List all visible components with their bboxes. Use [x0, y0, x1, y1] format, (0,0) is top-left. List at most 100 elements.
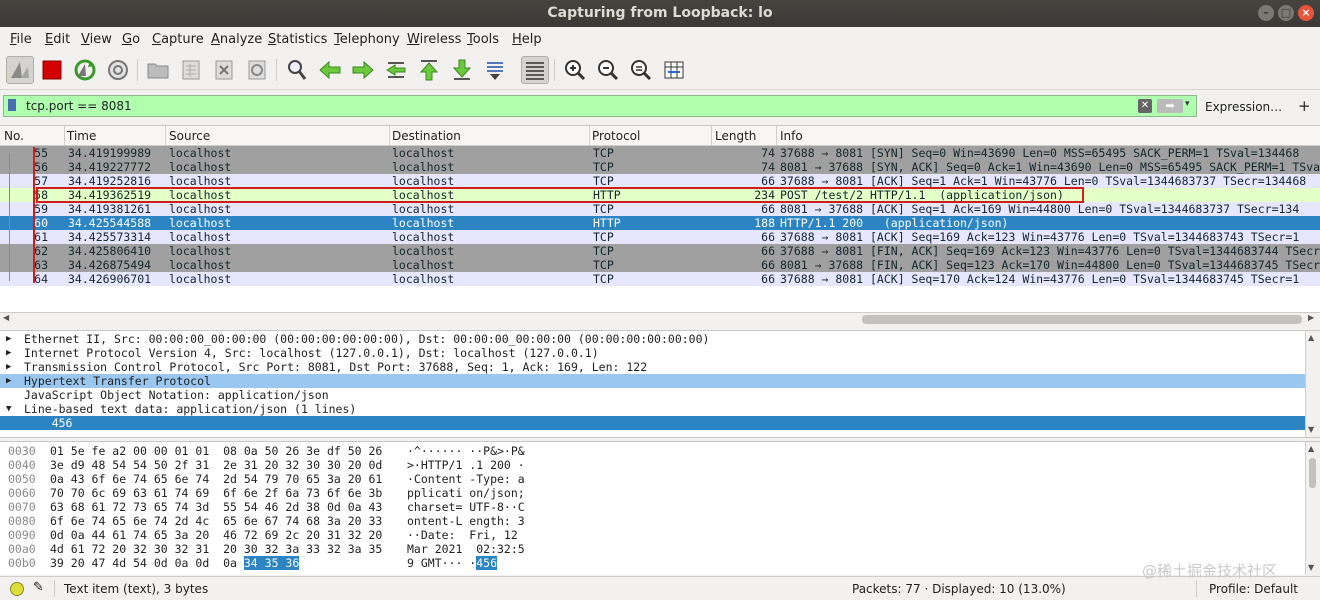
collapsed-arrow-icon[interactable]: ▶ — [6, 346, 11, 360]
menu-go[interactable]: Go — [122, 32, 140, 47]
zoom-in-button[interactable] — [561, 56, 589, 84]
packet-row[interactable]: 61 34.425573314 localhost localhost TCP 66 376… — [0, 230, 1320, 244]
hex-ascii[interactable]: ··Date: Fri, 12 — [407, 528, 525, 542]
packet-row[interactable]: 62 34.425806410 localhost localhost TCP 66 376… — [0, 244, 1320, 258]
scroll-down-icon[interactable]: ▼ — [1308, 425, 1314, 434]
collapsed-arrow-icon[interactable]: ▶ — [6, 332, 11, 346]
detail-tree-item[interactable]: JavaScript Object Notation: application/… — [0, 388, 1306, 402]
scroll-up-icon[interactable]: ▲ — [1308, 444, 1314, 453]
minimize-button[interactable]: – — [1258, 5, 1274, 21]
hex-bytes[interactable]: 39 20 47 4d 54 0d 0a 0d 0a 34 35 36 — [50, 556, 300, 570]
scroll-up-icon[interactable]: ▲ — [1308, 333, 1314, 342]
hex-ascii[interactable]: ·Content -Type: a — [407, 472, 525, 486]
colorize-button[interactable] — [521, 56, 549, 84]
start-capture-button[interactable] — [6, 56, 34, 84]
save-file-button[interactable] — [177, 56, 205, 84]
find-packet-button[interactable] — [283, 56, 311, 84]
hex-ascii[interactable]: Mar 2021 02:32:5 — [407, 542, 525, 556]
hex-bytes[interactable]: 70 70 6c 69 63 61 74 69 6f 6e 2f 6a 73 6… — [50, 486, 382, 500]
collapsed-arrow-icon[interactable]: ▶ — [6, 360, 11, 374]
detail-tree-item[interactable]: ▶ Hypertext Transfer Protocol — [0, 374, 1306, 388]
restart-capture-button[interactable] — [71, 56, 99, 84]
detail-tree-item[interactable]: ▶ Transmission Control Protocol, Src Port… — [0, 360, 1306, 374]
hex-row[interactable]: 0090 0d 0a 44 61 74 65 3a 20 46 72 69 2c … — [0, 528, 1306, 542]
menu-telephony[interactable]: Telephony — [334, 32, 400, 47]
menu-view[interactable]: View — [81, 32, 112, 47]
packet-row[interactable]: 56 34.419227772 localhost localhost TCP 74 808… — [0, 160, 1320, 174]
packet-list-horizontal-scrollbar[interactable]: ◀ ▶ — [0, 312, 1320, 327]
bookmark-icon[interactable] — [8, 99, 16, 111]
hex-row[interactable]: 0060 70 70 6c 69 63 61 74 69 6f 6e 2f 6a … — [0, 486, 1306, 500]
display-filter-input[interactable]: tcp.port == 8081 ✕ ➡ ▾ — [3, 95, 1197, 117]
maximize-button[interactable]: □ — [1278, 5, 1294, 21]
capture-options-button[interactable] — [104, 56, 132, 84]
reload-file-button[interactable] — [243, 56, 271, 84]
hex-ascii[interactable]: ontent-L ength: 3 — [407, 514, 525, 528]
zoom-out-button[interactable] — [594, 56, 622, 84]
hex-row[interactable]: 0080 6f 6e 74 65 6e 74 2d 4c 65 6e 67 74 … — [0, 514, 1306, 528]
detail-tree-item[interactable]: ▶ Ethernet II, Src: 00:00:00_00:00:00 (00… — [0, 332, 1306, 346]
details-vertical-scrollbar[interactable]: ▲ ▼ — [1305, 331, 1320, 437]
add-filter-button[interactable]: + — [1298, 97, 1311, 115]
hex-ascii[interactable]: 9 GMT··· ·456 — [407, 556, 498, 570]
hex-row[interactable]: 0030 01 5e fe a2 00 00 01 01 08 0a 50 26 … — [0, 444, 1306, 458]
hex-bytes[interactable]: 0a 43 6f 6e 74 65 6e 74 2d 54 79 70 65 3… — [50, 472, 382, 486]
hex-bytes[interactable]: 0d 0a 44 61 74 65 3a 20 46 72 69 2c 20 3… — [50, 528, 382, 542]
hex-row[interactable]: 0040 3e d9 48 54 54 50 2f 31 2e 31 20 32 … — [0, 458, 1306, 472]
packet-row[interactable]: 60 34.425544588 localhost localhost HTTP 188 H… — [0, 216, 1320, 230]
scroll-right-icon[interactable]: ▶ — [1308, 313, 1314, 322]
apply-filter-icon[interactable]: ➡ — [1157, 99, 1183, 113]
menu-statistics[interactable]: Statistics — [268, 32, 327, 47]
hex-row[interactable]: 0070 63 68 61 72 73 65 74 3d 55 54 46 2d … — [0, 500, 1306, 514]
hex-ascii[interactable]: charset= UTF-8··C — [407, 500, 525, 514]
filter-history-dropdown-icon[interactable]: ▾ — [1185, 99, 1190, 109]
menu-edit[interactable]: Edit — [45, 32, 70, 47]
scroll-left-icon[interactable]: ◀ — [3, 313, 9, 322]
detail-tree-item[interactable]: ▼ Line-based text data: application/json … — [0, 402, 1306, 416]
menu-tools[interactable]: Tools — [467, 32, 499, 47]
hex-bytes[interactable]: 63 68 61 72 73 65 74 3d 55 54 46 2d 38 0… — [50, 500, 382, 514]
hex-bytes[interactable]: 4d 61 72 20 32 30 32 31 20 30 32 3a 33 3… — [50, 542, 382, 556]
expanded-arrow-icon[interactable]: ▼ — [6, 402, 11, 416]
hex-bytes[interactable]: 6f 6e 74 65 6e 74 2d 4c 65 6e 67 74 68 3… — [50, 514, 382, 528]
hex-ascii[interactable]: pplicati on/json; — [407, 486, 525, 500]
stop-capture-button[interactable] — [38, 56, 66, 84]
expert-info-icon[interactable] — [10, 582, 24, 596]
expression-button[interactable]: Expression… — [1205, 100, 1282, 114]
menu-file[interactable]: File — [10, 32, 32, 47]
menu-analyze[interactable]: Analyze — [211, 32, 262, 47]
go-forward-button[interactable] — [349, 56, 377, 84]
edit-comment-icon[interactable]: ✎ — [33, 580, 44, 595]
packet-row[interactable]: 57 34.419252816 localhost localhost TCP 66 376… — [0, 174, 1320, 188]
go-back-button[interactable] — [316, 56, 344, 84]
bytes-vertical-scrollbar[interactable]: ▲ ▼ — [1305, 442, 1320, 575]
hex-ascii[interactable]: >·HTTP/1 .1 200 · — [407, 458, 525, 472]
packet-row[interactable]: 59 34.419381261 localhost localhost TCP 66 808… — [0, 202, 1320, 216]
open-file-button[interactable] — [144, 56, 172, 84]
clear-filter-icon[interactable]: ✕ — [1138, 99, 1152, 113]
close-file-button[interactable] — [210, 56, 238, 84]
detail-tree-item[interactable]: 456 — [0, 416, 1306, 430]
filter-text[interactable]: tcp.port == 8081 — [26, 99, 132, 113]
resize-columns-button[interactable] — [660, 56, 688, 84]
hex-row[interactable]: 00b0 39 20 47 4d 54 0d 0a 0d 0a 34 35 36 9… — [0, 556, 1306, 570]
status-profile[interactable]: Profile: Default — [1209, 582, 1298, 596]
first-packet-button[interactable] — [415, 56, 443, 84]
hex-ascii[interactable]: ·^······ ··P&>·P& — [407, 444, 525, 458]
menu-capture[interactable]: Capture — [152, 32, 204, 47]
last-packet-button[interactable] — [448, 56, 476, 84]
scroll-down-icon[interactable]: ▼ — [1308, 563, 1314, 572]
detail-tree-item[interactable]: ▶ Internet Protocol Version 4, Src: local… — [0, 346, 1306, 360]
scroll-thumb[interactable] — [1309, 458, 1316, 488]
hex-bytes[interactable]: 3e d9 48 54 54 50 2f 31 2e 31 20 32 30 3… — [50, 458, 382, 472]
hex-row[interactable]: 0050 0a 43 6f 6e 74 65 6e 74 2d 54 79 70 … — [0, 472, 1306, 486]
normal-size-button[interactable] — [627, 56, 655, 84]
packet-row[interactable]: 55 34.419199989 localhost localhost TCP 74 376… — [0, 146, 1320, 160]
go-to-packet-button[interactable] — [382, 56, 410, 84]
hex-row[interactable]: 00a0 4d 61 72 20 32 30 32 31 20 30 32 3a … — [0, 542, 1306, 556]
close-button[interactable]: × — [1298, 5, 1314, 21]
auto-scroll-button[interactable] — [481, 56, 509, 84]
packet-row[interactable]: 64 34.426906701 localhost localhost TCP 66 376… — [0, 272, 1320, 286]
hex-bytes[interactable]: 01 5e fe a2 00 00 01 01 08 0a 50 26 3e d… — [50, 444, 382, 458]
collapsed-arrow-icon[interactable]: ▶ — [6, 374, 11, 388]
